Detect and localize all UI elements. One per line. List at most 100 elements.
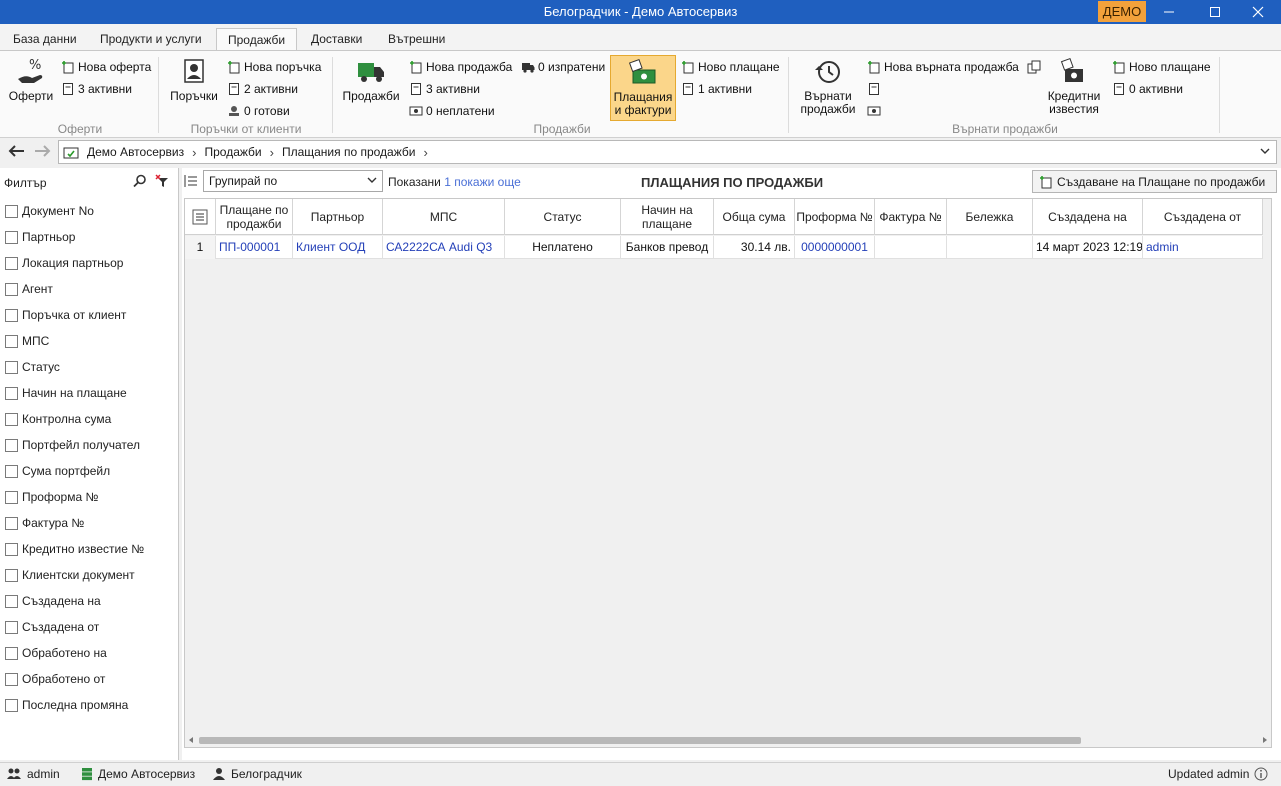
filter-checkbox[interactable]: [5, 542, 18, 556]
filter-item[interactable]: МПС: [5, 332, 49, 350]
column-header[interactable]: МПС: [383, 199, 505, 235]
filter-checkbox[interactable]: [5, 672, 18, 686]
filter-checkbox[interactable]: [5, 698, 18, 712]
demo-badge[interactable]: ДЕМО: [1098, 1, 1146, 22]
new-payment-button[interactable]: Ново плащане: [681, 58, 780, 76]
column-header[interactable]: Обща сума: [714, 199, 795, 235]
filter-item[interactable]: Портфейл получател: [5, 436, 140, 454]
column-header[interactable]: Бележка: [947, 199, 1033, 235]
ready-orders-button[interactable]: 0 готови: [227, 102, 290, 120]
show-more-link[interactable]: покажи още: [454, 175, 521, 189]
scroll-right-icon[interactable]: [1261, 736, 1269, 744]
filter-item[interactable]: Сума портфейл: [5, 462, 110, 480]
chevron-down-icon[interactable]: [1260, 144, 1270, 158]
new-credit-payment-button[interactable]: Ново плащане: [1112, 58, 1211, 76]
search-icon[interactable]: [133, 174, 147, 188]
new-return-button[interactable]: Нова върната продажба: [867, 58, 1019, 76]
close-icon[interactable]: [1235, 0, 1281, 24]
forward-arrow-icon[interactable]: [32, 141, 54, 163]
status-location[interactable]: Белоградчик: [212, 767, 302, 781]
filter-item[interactable]: Последна промяна: [5, 696, 128, 714]
tab-internal[interactable]: Вътрешни: [377, 28, 456, 50]
column-header[interactable]: Създадена на: [1033, 199, 1143, 235]
horizontal-scrollbar[interactable]: [185, 733, 1271, 747]
column-header[interactable]: Плащане по продажби: [216, 199, 293, 235]
filter-checkbox[interactable]: [5, 256, 18, 270]
filter-item[interactable]: Поръчка от клиент: [5, 306, 126, 324]
table-cell[interactable]: Клиент ООД: [293, 236, 383, 259]
tab-sales[interactable]: Продажби: [216, 28, 298, 50]
breadcrumb-payments[interactable]: Плащания по продажби: [282, 145, 416, 159]
sales-button[interactable]: Продажби: [340, 57, 402, 103]
tab-deliveries[interactable]: Доставки: [300, 28, 373, 50]
column-header[interactable]: Фактура №: [875, 199, 947, 235]
filter-item[interactable]: Създадена на: [5, 592, 101, 610]
active-sales-button[interactable]: 3 активни: [409, 80, 480, 98]
chevron-right-icon[interactable]: ›: [423, 145, 427, 160]
new-sale-button[interactable]: Нова продажба: [409, 58, 512, 76]
filter-item[interactable]: Обработено от: [5, 670, 105, 688]
filter-item[interactable]: Фактура №: [5, 514, 84, 532]
active-returns-button[interactable]: [867, 80, 881, 98]
tab-database[interactable]: База данни: [2, 28, 88, 50]
unpaid-returns-button[interactable]: [867, 102, 881, 120]
payments-invoices-button[interactable]: Плащания и фактури: [610, 55, 676, 121]
column-header[interactable]: Статус: [505, 199, 621, 235]
filter-item[interactable]: Агент: [5, 280, 53, 298]
filter-checkbox[interactable]: [5, 360, 18, 374]
new-order-button[interactable]: Нова поръчка: [227, 58, 321, 76]
filter-checkbox[interactable]: [5, 282, 18, 296]
clear-filter-icon[interactable]: [155, 174, 169, 188]
maximize-icon[interactable]: [1192, 0, 1238, 24]
column-header[interactable]: Проформа №: [795, 199, 875, 235]
scroll-left-icon[interactable]: [187, 736, 195, 744]
returned-sales-button[interactable]: Върнати продажби: [796, 57, 860, 116]
table-cell[interactable]: 0000000001: [795, 236, 875, 259]
column-header[interactable]: Начин на плащане: [621, 199, 714, 235]
filter-checkbox[interactable]: [5, 516, 18, 530]
filter-item[interactable]: Обработено на: [5, 644, 107, 662]
filter-item[interactable]: Кредитно известие №: [5, 540, 144, 558]
filter-checkbox[interactable]: [5, 438, 18, 452]
column-header[interactable]: Партньор: [293, 199, 383, 235]
table-cell[interactable]: ПП-000001: [216, 236, 293, 259]
status-user[interactable]: admin: [6, 767, 60, 781]
breadcrumb-company[interactable]: Демо Автосервиз: [87, 145, 184, 159]
filter-checkbox[interactable]: [5, 620, 18, 634]
breadcrumb[interactable]: Демо Автосервиз › Продажби › Плащания по…: [58, 140, 1277, 164]
scrollbar-thumb[interactable]: [199, 737, 1081, 744]
filter-checkbox[interactable]: [5, 464, 18, 478]
sent-sales-button[interactable]: 0 изпратени: [521, 58, 605, 76]
filter-item[interactable]: Създадена от: [5, 618, 99, 636]
column-header[interactable]: Създадена от: [1143, 199, 1263, 235]
filter-checkbox[interactable]: [5, 412, 18, 426]
filter-item[interactable]: Начин на плащане: [5, 384, 127, 402]
filter-checkbox[interactable]: [5, 594, 18, 608]
filter-checkbox[interactable]: [5, 308, 18, 322]
filter-checkbox[interactable]: [5, 386, 18, 400]
table-cell[interactable]: СА2222СА Audi Q3: [383, 236, 505, 259]
filter-checkbox[interactable]: [5, 646, 18, 660]
filter-item[interactable]: Локация партньор: [5, 254, 123, 272]
status-company[interactable]: Демо Автосервиз: [81, 767, 195, 781]
filter-checkbox[interactable]: [5, 334, 18, 348]
active-credit-button[interactable]: 0 активни: [1112, 80, 1183, 98]
active-payments-button[interactable]: 1 активни: [681, 80, 752, 98]
group-by-icon[interactable]: [184, 174, 198, 188]
filter-checkbox[interactable]: [5, 204, 18, 218]
filter-checkbox[interactable]: [5, 230, 18, 244]
minimize-icon[interactable]: [1146, 0, 1192, 24]
credit-notes-button[interactable]: Кредитни известия: [1044, 57, 1104, 116]
copy-documents-button[interactable]: [1027, 58, 1041, 76]
filter-item[interactable]: Клиентски документ: [5, 566, 135, 584]
back-arrow-icon[interactable]: [5, 141, 27, 163]
filter-checkbox[interactable]: [5, 568, 18, 582]
filter-checkbox[interactable]: [5, 490, 18, 504]
breadcrumb-sales[interactable]: Продажби: [204, 145, 261, 159]
filter-item[interactable]: Документ No: [5, 202, 94, 220]
group-by-select[interactable]: Групирай по: [203, 170, 383, 192]
table-cell[interactable]: admin: [1143, 236, 1263, 259]
create-payment-button[interactable]: Създаване на Плащане по продажби: [1032, 170, 1277, 193]
filter-item[interactable]: Статус: [5, 358, 60, 376]
unpaid-sales-button[interactable]: 0 неплатени: [409, 102, 495, 120]
